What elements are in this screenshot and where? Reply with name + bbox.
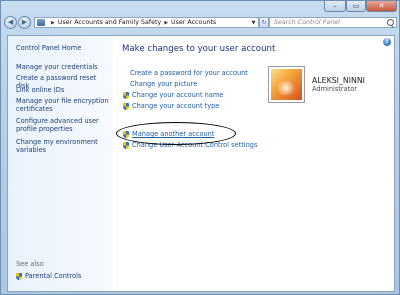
task-label: Change your account name (132, 91, 224, 99)
breadcrumb-item-user-accounts[interactable]: User Accounts (171, 19, 216, 26)
minimize-button[interactable]: – (324, 1, 346, 12)
title-bar: – ▭ ✕ (1, 1, 399, 15)
close-button[interactable]: ✕ (366, 1, 397, 12)
main-panel: Make changes to your user account ? Crea… (113, 36, 394, 291)
task-label: Manage another account (132, 130, 215, 138)
page-title: Make changes to your user account (122, 44, 276, 54)
task-manage-another-account[interactable]: Manage another account (123, 130, 214, 138)
help-icon[interactable]: ? (383, 38, 391, 46)
uac-shield-icon (123, 102, 129, 110)
sidebar-link-manage-credentials[interactable]: Manage your credentials (16, 63, 111, 71)
sidebar-link-file-encryption-certificates[interactable]: Manage your file encryption certificates (16, 97, 111, 113)
sidebar-link-control-panel-home[interactable]: Control Panel Home (16, 44, 111, 52)
uac-shield-icon (123, 130, 129, 138)
uac-shield-icon (123, 141, 129, 149)
avatar[interactable] (268, 65, 305, 103)
navigation-bar: ◀ ▶ ▶ User Accounts and Family Safety ▶ … (1, 14, 399, 32)
sidebar-link-link-online-ids[interactable]: Link online IDs (16, 86, 111, 94)
task-label: Change your account type (132, 102, 220, 110)
uac-shield-icon (123, 91, 129, 99)
breadcrumb-item-user-accounts-and-family-safety[interactable]: User Accounts and Family Safety (58, 19, 161, 26)
search-icon[interactable] (387, 19, 394, 26)
task-sidebar: Control Panel Home Manage your credentia… (8, 36, 113, 291)
task-label: Change User Account Control settings (132, 141, 258, 149)
task-change-account-type[interactable]: Change your account type (123, 102, 219, 110)
address-dropdown-icon[interactable]: ▼ (249, 18, 258, 27)
search-placeholder: Search Control Panel (274, 19, 340, 26)
uac-shield-icon (16, 272, 22, 280)
sidebar-link-advanced-user-profile-properties[interactable]: Configure advanced user profile properti… (16, 117, 111, 133)
control-panel-icon (37, 19, 45, 26)
task-change-account-name[interactable]: Change your account name (123, 91, 223, 99)
user-name: ALEKSI_NINNI (312, 75, 365, 85)
breadcrumb-separator-icon[interactable]: ▶ (164, 20, 168, 26)
refresh-button[interactable]: ↻ (259, 17, 269, 28)
sidebar-link-parental-controls[interactable]: Parental Controls (16, 272, 81, 280)
user-info: ALEKSI_NINNI Administrator (312, 76, 365, 93)
task-create-password[interactable]: Create a password for your account (123, 69, 248, 77)
sidebar-link-environment-variables[interactable]: Change my environment variables (16, 138, 111, 154)
maximize-button[interactable]: ▭ (346, 1, 366, 12)
task-change-uac-settings[interactable]: Change User Account Control settings (123, 141, 257, 149)
search-input[interactable]: Search Control Panel (269, 17, 397, 28)
window: – ▭ ✕ ◀ ▶ ▶ User Accounts and Family Saf… (0, 0, 400, 295)
breadcrumb-separator-icon[interactable]: ▶ (51, 20, 55, 26)
parental-controls-label: Parental Controls (25, 272, 82, 280)
task-change-picture[interactable]: Change your picture (123, 80, 197, 88)
user-role: Administrator (312, 84, 357, 93)
task-label: Change your picture (130, 80, 198, 88)
back-button[interactable]: ◀ (4, 16, 17, 29)
see-also-label: See also (16, 260, 44, 268)
user-card: ALEKSI_NINNI Administrator (268, 64, 387, 104)
forward-button[interactable]: ▶ (18, 16, 31, 29)
content-pane: Control Panel Home Manage your credentia… (7, 35, 395, 292)
address-bar[interactable]: ▶ User Accounts and Family Safety ▶ User… (34, 17, 259, 28)
task-label: Create a password for your account (130, 69, 248, 77)
